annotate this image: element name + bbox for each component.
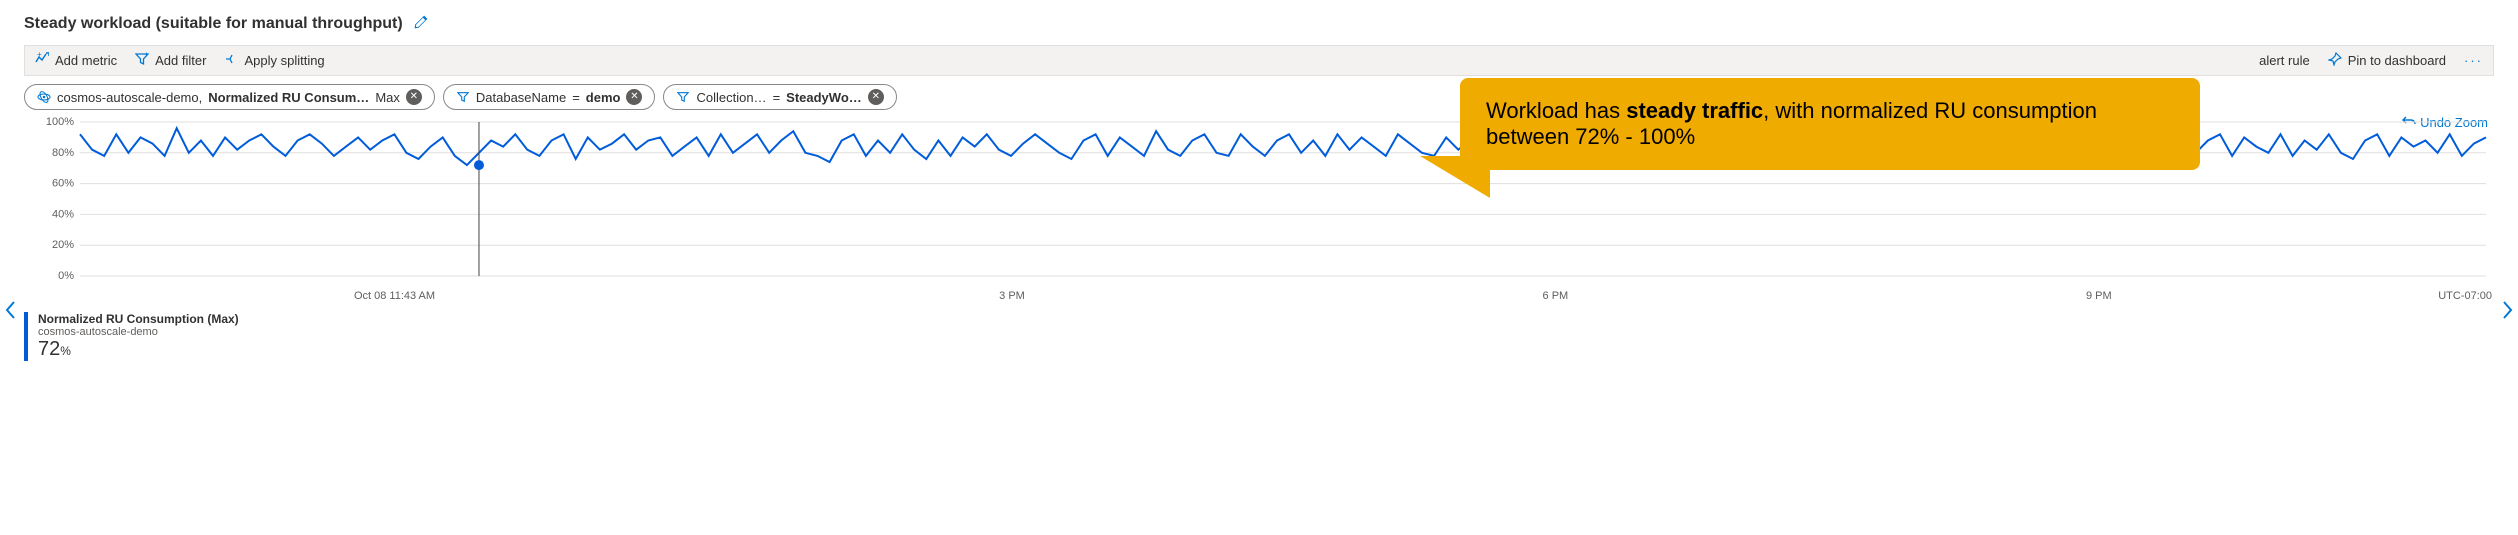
add-filter-button[interactable]: + Add filter <box>135 52 206 69</box>
callout-tail-icon <box>1420 156 1490 198</box>
svg-text:+: + <box>37 52 42 59</box>
metric-pill-resource: cosmos-autoscale-demo, <box>57 90 202 105</box>
filter-pill-database[interactable]: DatabaseName = demo ✕ <box>443 84 656 110</box>
add-metric-label: Add metric <box>55 53 117 68</box>
svg-text:80%: 80% <box>52 147 74 159</box>
svg-text:40%: 40% <box>52 208 74 220</box>
callout-prefix: Workload has <box>1486 98 1626 123</box>
pin-to-dashboard-button[interactable]: Pin to dashboard <box>2328 52 2446 69</box>
pin-icon <box>2328 52 2342 69</box>
metric-pill-agg: Max <box>375 90 400 105</box>
filter1-field: DatabaseName <box>476 90 566 105</box>
svg-text:60%: 60% <box>52 178 74 190</box>
svg-text:100%: 100% <box>46 116 74 128</box>
filter2-field: Collection… <box>696 90 766 105</box>
alert-rule-label: alert rule <box>2259 53 2310 68</box>
add-metric-icon: + <box>35 52 49 69</box>
metrics-toolbar: + Add metric + Add filter Apply splittin… <box>24 45 2494 76</box>
x-tick-4: 9 PM <box>2086 290 2112 302</box>
svg-text:20%: 20% <box>52 239 74 251</box>
apply-splitting-label: Apply splitting <box>244 53 324 68</box>
filter1-value: demo <box>586 90 621 105</box>
metric-pill-name: Normalized RU Consum… <box>208 90 369 105</box>
x-tick-3: 6 PM <box>1543 290 1569 302</box>
timezone-label: UTC-07:00 <box>2438 290 2492 302</box>
new-alert-rule-button[interactable]: alert rule <box>2259 53 2310 68</box>
pin-label: Pin to dashboard <box>2348 53 2446 68</box>
page-title: Steady workload (suitable for manual thr… <box>24 15 403 33</box>
x-tick-2: 3 PM <box>999 290 1025 302</box>
close-icon[interactable]: ✕ <box>868 89 884 105</box>
prev-chevron-icon[interactable] <box>4 300 18 325</box>
chart-legend[interactable]: Normalized RU Consumption (Max) cosmos-a… <box>24 312 2494 361</box>
ellipsis-icon: ··· <box>2464 53 2483 68</box>
toolbar-overflow-button[interactable]: ··· <box>2464 53 2483 68</box>
filter2-value: SteadyWo… <box>786 90 862 105</box>
filter-icon <box>456 90 470 104</box>
apply-splitting-button[interactable]: Apply splitting <box>224 52 324 69</box>
filter-icon: + <box>135 52 149 69</box>
metric-pill[interactable]: cosmos-autoscale-demo, Normalized RU Con… <box>24 84 435 110</box>
add-metric-button[interactable]: + Add metric <box>35 52 117 69</box>
callout-bold: steady traffic <box>1626 98 1763 123</box>
splitting-icon <box>224 52 238 69</box>
close-icon[interactable]: ✕ <box>626 89 642 105</box>
svg-text:0%: 0% <box>58 270 74 282</box>
filter-icon <box>676 90 690 104</box>
annotation-callout: Workload has steady traffic, with normal… <box>1460 78 2200 170</box>
x-axis: Oct 08 11:43 AM 3 PM 6 PM 9 PM UTC-07:00 <box>24 286 2494 304</box>
add-filter-label: Add filter <box>155 53 206 68</box>
filter1-op: = <box>572 90 580 105</box>
x-tick-start: Oct 08 11:43 AM <box>354 290 435 302</box>
filter-pill-collection[interactable]: Collection… = SteadyWo… ✕ <box>663 84 896 110</box>
edit-title-icon[interactable] <box>413 14 429 33</box>
cosmos-icon <box>37 90 51 104</box>
filter2-op: = <box>773 90 781 105</box>
legend-value: 72 <box>38 338 60 360</box>
next-chevron-icon[interactable] <box>2500 300 2514 325</box>
legend-unit: % <box>60 344 71 358</box>
close-icon[interactable]: ✕ <box>406 89 422 105</box>
svg-text:+: + <box>144 52 149 59</box>
legend-resource: cosmos-autoscale-demo <box>38 326 2494 338</box>
legend-metric: Normalized RU Consumption (Max) <box>38 312 2494 326</box>
